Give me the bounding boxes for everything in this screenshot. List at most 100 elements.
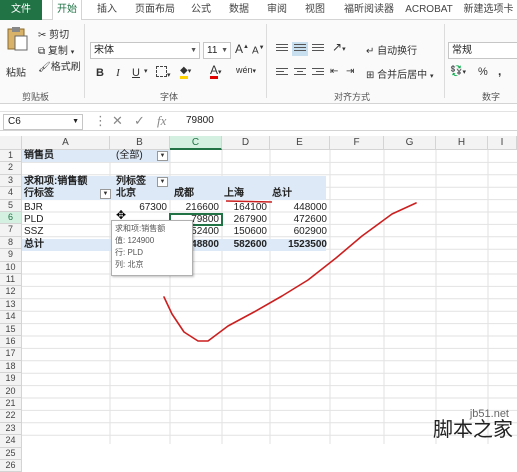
tab-view[interactable]: 视图 (300, 0, 330, 20)
tab-data[interactable]: 数据 (224, 0, 254, 20)
increase-indent-icon[interactable]: ⇥ (346, 66, 354, 77)
underline-button[interactable]: U (128, 65, 144, 81)
row-header[interactable]: 10 (0, 261, 22, 274)
row-header[interactable]: 3 (0, 174, 22, 188)
row-header[interactable]: 25 (0, 447, 22, 460)
column-header-b[interactable]: B (110, 136, 170, 150)
pivot-row-name[interactable]: BJR (24, 202, 43, 213)
tab-insert[interactable]: 插入 (92, 0, 122, 20)
row-header[interactable]: 21 (0, 398, 22, 411)
comma-button[interactable]: , (498, 64, 501, 78)
row-header[interactable]: 22 (0, 410, 22, 423)
column-header-g[interactable]: G (384, 136, 436, 150)
row-header[interactable]: 17 (0, 348, 22, 361)
pivot-filter-value[interactable]: (全部) (116, 150, 143, 161)
pivot-total-cell[interactable]: 582600 (222, 239, 270, 250)
merge-center-button[interactable]: ⊞ 合并后居中 ▾ (366, 66, 433, 81)
column-header-a[interactable]: A (22, 136, 110, 150)
wrap-text-button[interactable]: ↵ 自动换行 (366, 42, 417, 57)
paste-button[interactable]: 粘贴 (6, 26, 32, 79)
pivot-cell[interactable]: 216600 (170, 202, 222, 213)
pivot-row-name[interactable]: SSZ (24, 226, 43, 237)
formula-input[interactable]: 79800 (186, 115, 214, 126)
pivot-cell[interactable]: 164100 (222, 202, 270, 213)
pivot-col-header[interactable]: 北京 (116, 188, 136, 199)
pivot-cell[interactable]: 602900 (270, 226, 330, 237)
italic-button[interactable]: I (110, 65, 126, 81)
row-header[interactable]: 7 (0, 224, 22, 237)
name-box[interactable]: C6 ▼ (3, 114, 83, 130)
align-right-icon[interactable] (310, 66, 326, 80)
tab-file[interactable]: 文件 (0, 0, 42, 20)
currency-button[interactable]: 💱▾ (450, 66, 466, 77)
percent-button[interactable]: % (478, 66, 488, 78)
row-header[interactable]: 14 (0, 311, 22, 324)
pivot-row-label[interactable]: 行标签 (24, 188, 54, 199)
font-color-button[interactable]: A▾ (210, 64, 222, 79)
align-bottom-icon[interactable] (310, 42, 326, 56)
pivot-cell[interactable]: 267900 (222, 214, 270, 225)
align-middle-icon[interactable] (292, 42, 308, 56)
row-header[interactable]: 9 (0, 249, 22, 262)
pivot-total-cell[interactable]: 1523500 (270, 239, 330, 250)
font-name-combo[interactable]: 宋体 ▼ (90, 42, 200, 59)
pivot-total-label[interactable]: 总计 (24, 239, 44, 250)
align-left-icon[interactable] (274, 66, 290, 80)
bold-button[interactable]: B (92, 65, 108, 81)
copy-button[interactable]: ⧉ 复制 ▾ (38, 42, 74, 57)
fill-color-button[interactable]: ◆▾ (180, 65, 191, 79)
row-header[interactable]: 4 (0, 187, 22, 200)
cancel-icon[interactable]: ✕ (112, 113, 123, 129)
grow-font-button[interactable]: A▲ (235, 42, 249, 56)
row-header[interactable]: 6 (0, 212, 22, 225)
column-header-d[interactable]: D (222, 136, 270, 150)
font-size-combo[interactable]: 11 ▼ (203, 42, 231, 59)
column-header-f[interactable]: F (330, 136, 384, 150)
row-header[interactable]: 2 (0, 162, 22, 175)
enter-icon[interactable]: ✓ (134, 113, 145, 129)
pivot-col-label[interactable]: 列标签 (116, 176, 146, 187)
tab-page-layout[interactable]: 页面布局 (130, 0, 180, 20)
align-top-icon[interactable] (274, 42, 290, 56)
select-all-corner[interactable] (0, 136, 22, 150)
pivot-cell[interactable]: 448000 (270, 202, 330, 213)
function-icon[interactable]: fx (157, 113, 166, 129)
borders-button[interactable]: ▾ (156, 66, 171, 80)
phonetic-button[interactable]: wén▾ (236, 65, 256, 75)
column-header-i[interactable]: I (488, 136, 517, 150)
column-header-e[interactable]: E (270, 136, 330, 150)
pivot-sum-label[interactable]: 求和项:销售额 (24, 176, 87, 187)
row-header[interactable]: 8 (0, 236, 22, 250)
format-painter-button[interactable]: 🖌格式刷 (38, 58, 81, 73)
tab-home[interactable]: 开始 (52, 0, 82, 21)
tab-new[interactable]: 新建选项卡 (460, 0, 517, 20)
chevron-down-icon[interactable]: ▾ (144, 67, 148, 75)
pivot-row-name[interactable]: PLD (24, 214, 43, 225)
row-header[interactable]: 5 (0, 199, 22, 212)
row-header[interactable]: 18 (0, 360, 22, 374)
row-header[interactable]: 12 (0, 286, 22, 299)
column-filter-icon[interactable]: ▼ (157, 177, 168, 187)
row-header[interactable]: 13 (0, 298, 22, 312)
orientation-button[interactable]: ↗▾ (332, 40, 346, 54)
pivot-cell[interactable]: 472600 (270, 214, 330, 225)
tab-acrobat[interactable]: ACROBAT (404, 0, 454, 20)
filter-dropdown-icon[interactable]: ▼ (157, 151, 168, 161)
pivot-cell[interactable]: 150600 (222, 226, 270, 237)
column-header-h[interactable]: H (436, 136, 488, 150)
shrink-font-button[interactable]: A▼ (252, 45, 265, 56)
pivot-col-header[interactable]: 上海 (224, 188, 244, 199)
cut-button[interactable]: ✂ 剪切 (38, 26, 69, 41)
row-header[interactable]: 1 (0, 150, 22, 163)
row-header[interactable]: 24 (0, 435, 22, 448)
row-header[interactable]: 19 (0, 373, 22, 386)
row-header[interactable]: 26 (0, 460, 22, 472)
row-header[interactable]: 11 (0, 274, 22, 287)
row-header[interactable]: 15 (0, 323, 22, 336)
tab-review[interactable]: 审阅 (262, 0, 292, 20)
align-center-icon[interactable] (292, 66, 308, 80)
row-header[interactable]: 16 (0, 336, 22, 349)
row-filter-icon[interactable]: ▼ (100, 189, 111, 199)
column-header-c[interactable]: C (170, 136, 222, 150)
worksheet-grid[interactable]: A B C D E F G H I 1 2 3 4 5 6 7 8 9 10 11 12 13 14 15 1… (0, 136, 517, 472)
